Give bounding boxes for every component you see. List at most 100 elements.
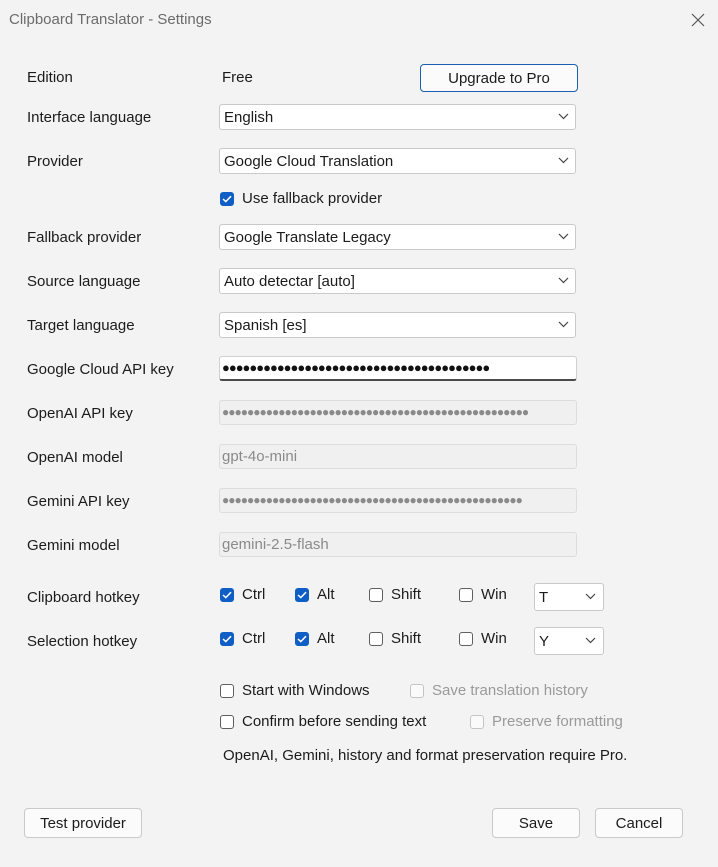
clipboard-key-value: T (539, 589, 549, 606)
clipboard-win-checkbox[interactable]: Win (459, 586, 507, 603)
selection-key-value: Y (539, 633, 550, 650)
target-language-select[interactable]: Spanish [es] (219, 312, 576, 338)
checkbox-checked (220, 587, 234, 602)
checkbox-checked (220, 191, 234, 206)
checkbox-checked (295, 587, 309, 602)
clipboard-ctrl-label: Ctrl (242, 586, 266, 603)
interface-language-select[interactable]: English (219, 104, 576, 130)
window-title: Clipboard Translator - Settings (9, 11, 212, 28)
checkbox-disabled (410, 683, 424, 698)
clipboard-key-select[interactable]: T (534, 583, 604, 611)
selection-win-checkbox[interactable]: Win (459, 630, 507, 647)
selection-alt-label: Alt (317, 630, 335, 647)
target-language-value: Spanish [es] (224, 317, 307, 334)
chevron-down-icon (558, 113, 569, 120)
clipboard-shift-checkbox[interactable]: Shift (369, 586, 421, 603)
clipboard-alt-label: Alt (317, 586, 335, 603)
openai-api-key-field[interactable]: ●●●●●●●●●●●●●●●●●●●●●●●●●●●●●●●●●●●●●●●●… (219, 400, 577, 425)
interface-language-value: English (224, 109, 274, 126)
cancel-label: Cancel (615, 814, 663, 832)
confirm-before-sending-label: Confirm before sending text (242, 713, 427, 730)
use-fallback-checkbox[interactable]: Use fallback provider (220, 190, 382, 207)
chevron-down-icon (558, 157, 569, 164)
selection-shift-label: Shift (391, 630, 422, 647)
close-icon (691, 13, 705, 27)
selection-key-select[interactable]: Y (534, 627, 604, 655)
checkbox-disabled (470, 714, 484, 729)
openai-model-value: gpt-4o-mini (222, 448, 298, 465)
title-bar: Clipboard Translator - Settings (0, 0, 718, 40)
checkbox-unchecked (459, 587, 473, 602)
save-label: Save (518, 814, 554, 832)
selection-alt-checkbox[interactable]: Alt (295, 630, 335, 647)
openai-model-field[interactable]: gpt-4o-mini (219, 444, 577, 469)
checkbox-checked (220, 631, 234, 646)
clipboard-hotkey-label: Clipboard hotkey (27, 589, 140, 606)
preserve-formatting-label: Preserve formatting (492, 713, 623, 730)
gemini-model-label: Gemini model (27, 537, 120, 554)
checkmark-icon (297, 591, 307, 599)
openai-api-key-value: ●●●●●●●●●●●●●●●●●●●●●●●●●●●●●●●●●●●●●●●●… (222, 405, 529, 419)
chevron-down-icon (585, 593, 596, 600)
checkbox-unchecked (220, 683, 234, 698)
edition-label: Edition (27, 69, 73, 86)
edition-value: Free (222, 69, 253, 86)
checkmark-icon (222, 591, 232, 599)
chevron-down-icon (585, 637, 596, 644)
provider-label: Provider (27, 153, 83, 170)
save-history-checkbox[interactable]: Save translation history (410, 682, 588, 699)
gemini-model-field[interactable]: gemini-2.5-flash (219, 532, 577, 557)
gemini-api-key-field[interactable]: ●●●●●●●●●●●●●●●●●●●●●●●●●●●●●●●●●●●●●●●●… (219, 488, 577, 513)
checkmark-icon (297, 635, 307, 643)
google-api-key-label: Google Cloud API key (27, 361, 174, 378)
clipboard-alt-checkbox[interactable]: Alt (295, 586, 335, 603)
interface-language-label: Interface language (27, 109, 152, 126)
selection-ctrl-label: Ctrl (242, 630, 266, 647)
preserve-formatting-checkbox[interactable]: Preserve formatting (470, 713, 623, 730)
source-language-label: Source language (27, 273, 141, 290)
fallback-provider-label: Fallback provider (27, 229, 142, 246)
save-history-label: Save translation history (432, 682, 588, 699)
fallback-provider-value: Google Translate Legacy (224, 229, 391, 246)
checkbox-unchecked (459, 631, 473, 646)
test-provider-label: Test provider (40, 814, 126, 832)
upgrade-to-pro-button[interactable]: Upgrade to Pro (420, 64, 578, 92)
provider-select[interactable]: Google Cloud Translation (219, 148, 576, 174)
gemini-model-value: gemini-2.5-flash (222, 536, 329, 553)
clipboard-win-label: Win (481, 586, 507, 603)
selection-ctrl-checkbox[interactable]: Ctrl (220, 630, 265, 647)
google-api-key-field[interactable]: ●●●●●●●●●●●●●●●●●●●●●●●●●●●●●●●●●●●●●●● (219, 356, 577, 381)
clipboard-ctrl-checkbox[interactable]: Ctrl (220, 586, 265, 603)
test-provider-button[interactable]: Test provider (24, 808, 142, 838)
checkbox-checked (295, 631, 309, 646)
checkbox-unchecked (220, 714, 234, 729)
gemini-api-key-label: Gemini API key (27, 493, 130, 510)
openai-model-label: OpenAI model (27, 449, 123, 466)
chevron-down-icon (558, 277, 569, 284)
google-api-key-value: ●●●●●●●●●●●●●●●●●●●●●●●●●●●●●●●●●●●●●●● (222, 360, 490, 375)
confirm-before-sending-checkbox[interactable]: Confirm before sending text (220, 713, 426, 730)
close-button[interactable] (684, 7, 712, 33)
target-language-label: Target language (27, 317, 135, 334)
chevron-down-icon (558, 321, 569, 328)
source-language-select[interactable]: Auto detectar [auto] (219, 268, 576, 294)
checkmark-icon (222, 635, 232, 643)
checkbox-unchecked (369, 587, 383, 602)
chevron-down-icon (558, 233, 569, 240)
start-with-windows-label: Start with Windows (242, 682, 370, 699)
save-button[interactable]: Save (492, 808, 580, 838)
selection-hotkey-label: Selection hotkey (27, 633, 138, 650)
source-language-value: Auto detectar [auto] (224, 273, 355, 290)
clipboard-shift-label: Shift (391, 586, 422, 603)
selection-win-label: Win (481, 630, 507, 647)
gemini-api-key-value: ●●●●●●●●●●●●●●●●●●●●●●●●●●●●●●●●●●●●●●●●… (222, 493, 523, 507)
use-fallback-label: Use fallback provider (242, 190, 383, 207)
checkbox-unchecked (369, 631, 383, 646)
cancel-button[interactable]: Cancel (595, 808, 683, 838)
fallback-provider-select[interactable]: Google Translate Legacy (219, 224, 576, 250)
selection-shift-checkbox[interactable]: Shift (369, 630, 421, 647)
start-with-windows-checkbox[interactable]: Start with Windows (220, 682, 370, 699)
checkmark-icon (222, 195, 232, 203)
provider-value: Google Cloud Translation (224, 153, 394, 170)
upgrade-to-pro-label: Upgrade to Pro (448, 69, 550, 87)
